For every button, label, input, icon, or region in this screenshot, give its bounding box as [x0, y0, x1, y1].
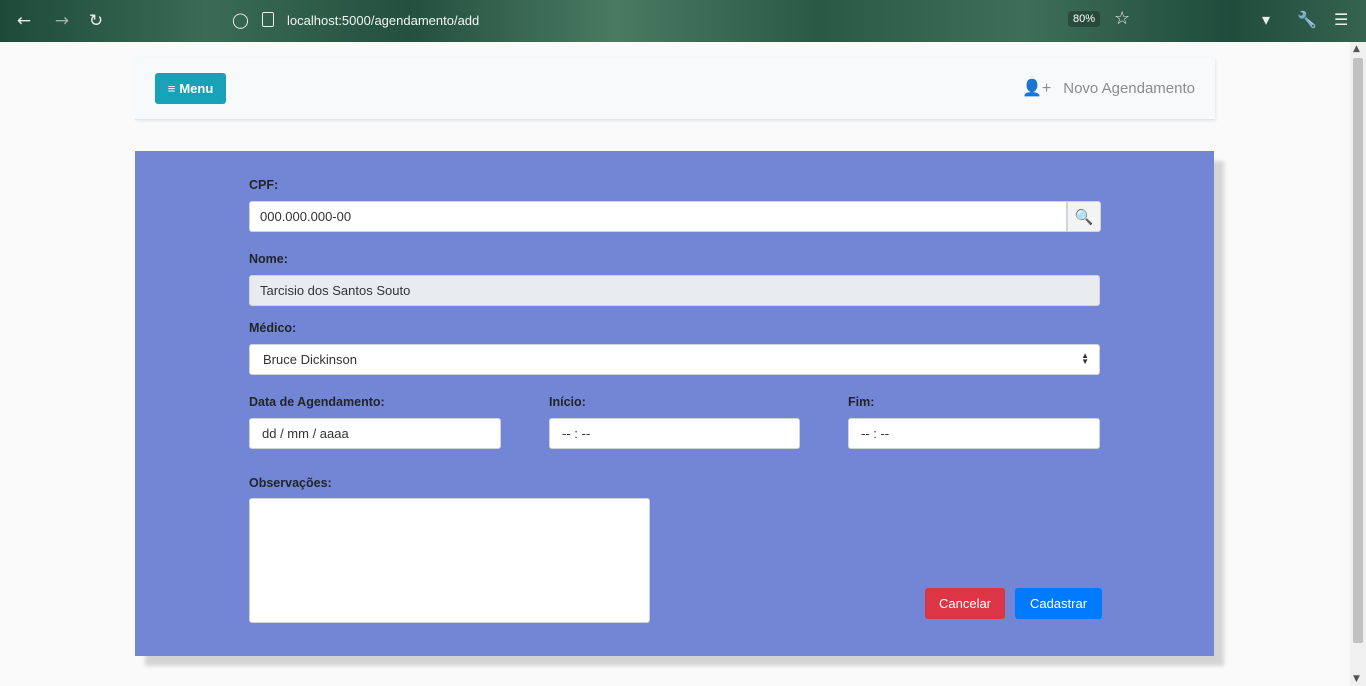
data-placeholder: dd / mm / aaaa: [262, 426, 349, 441]
submit-button[interactable]: Cadastrar: [1015, 588, 1102, 619]
medico-selected: Bruce Dickinson: [263, 352, 357, 367]
scrollbar-thumb[interactable]: [1353, 58, 1363, 643]
address-bar[interactable]: ◯ localhost:5000/agendamento/add 80% ☆: [222, 5, 1152, 37]
menu-lines-icon: ≡: [167, 81, 176, 96]
top-navbar: ≡ Menu 👤+ Novo Agendamento: [135, 57, 1215, 120]
scroll-down-icon[interactable]: ▼: [1353, 674, 1360, 684]
nome-value: Tarcisio dos Santos Souto: [260, 283, 411, 298]
page-icon: [262, 12, 274, 27]
observacoes-label: Observações:: [249, 476, 332, 490]
inicio-input[interactable]: -- : --: [549, 418, 800, 449]
inicio-label: Início:: [549, 395, 586, 409]
nome-label: Nome:: [249, 252, 288, 266]
page-heading: 👤+ Novo Agendamento: [1022, 78, 1195, 98]
browser-toolbar: ← → ↻ ◯ localhost:5000/agendamento/add 8…: [0, 0, 1366, 42]
wrench-icon[interactable]: 🔧: [1297, 10, 1317, 29]
hamburger-icon[interactable]: ☰: [1334, 10, 1348, 29]
fim-label: Fim:: [848, 395, 875, 409]
menu-button[interactable]: ≡ Menu: [155, 73, 226, 104]
observacoes-textarea[interactable]: [249, 498, 650, 623]
url-text[interactable]: localhost:5000/agendamento/add: [287, 13, 479, 28]
reload-icon[interactable]: ↻: [84, 9, 108, 33]
pocket-icon[interactable]: ▾: [1262, 10, 1270, 29]
cpf-value: 000.000.000-00: [260, 209, 352, 224]
cancel-button[interactable]: Cancelar: [925, 588, 1005, 619]
appointment-form: CPF: 000.000.000-00 🔍 Nome: Tarcisio dos…: [135, 151, 1214, 656]
zoom-level[interactable]: 80%: [1068, 11, 1101, 27]
back-arrow-icon[interactable]: ←: [12, 9, 36, 33]
medico-label: Médico:: [249, 321, 297, 335]
medico-select[interactable]: Bruce Dickinson ▲ ▼: [249, 344, 1100, 375]
select-arrows-icon: ▲ ▼: [1081, 351, 1089, 366]
menu-button-label: Menu: [179, 81, 214, 96]
data-label: Data de Agendamento:: [249, 395, 385, 409]
fim-input[interactable]: -- : --: [848, 418, 1100, 449]
cpf-label: CPF:: [249, 178, 279, 192]
inicio-placeholder: -- : --: [562, 426, 591, 441]
page-scrollbar[interactable]: ▲ ▼: [1350, 42, 1366, 686]
page-title: Novo Agendamento: [1063, 79, 1195, 97]
fim-placeholder: -- : --: [861, 426, 890, 441]
forward-arrow-icon[interactable]: →: [50, 9, 74, 33]
cpf-input[interactable]: 000.000.000-00: [249, 201, 1067, 232]
search-button[interactable]: 🔍: [1067, 201, 1101, 232]
scroll-up-icon[interactable]: ▲: [1353, 44, 1360, 54]
user-plus-icon: 👤+: [1021, 80, 1052, 97]
shield-icon[interactable]: ◯: [232, 11, 249, 29]
star-icon[interactable]: ☆: [1114, 8, 1130, 29]
search-icon: 🔍: [1074, 207, 1094, 226]
data-input[interactable]: dd / mm / aaaa: [249, 418, 501, 449]
nome-field: Tarcisio dos Santos Souto: [249, 275, 1100, 306]
